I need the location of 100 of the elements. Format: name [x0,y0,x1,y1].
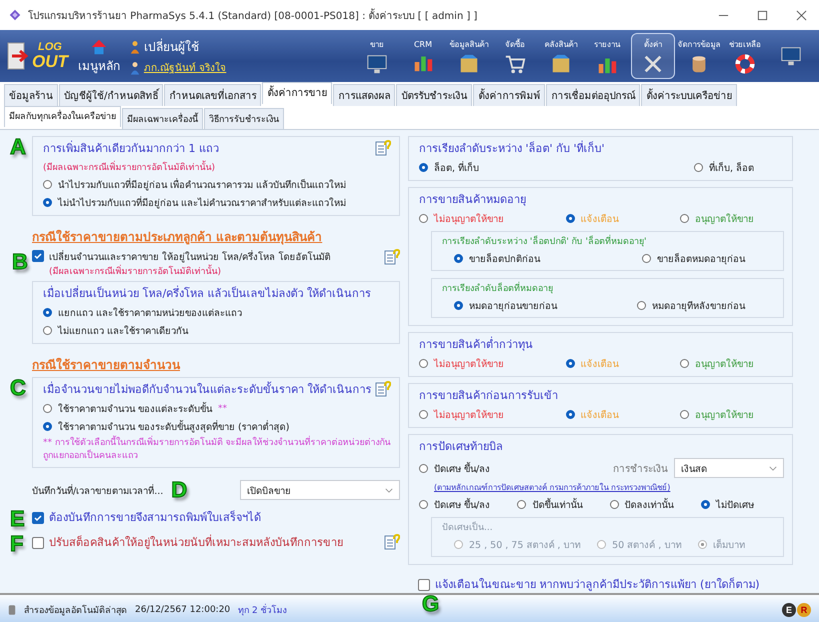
option-label: ใช้ราคาตามจำนวน ของแต่ละระดับขั้น [58,401,212,416]
section-heading: กรณีใช้ราคาขายตามประเภทลูกค้า และตามต้นทุนสินค้า [31,228,324,246]
radio-button[interactable] [566,359,574,368]
user-link[interactable]: ภก.ณัฐนันท์ จริงใจ [144,60,226,75]
logout-button[interactable]: LOG OUT [6,40,68,72]
radio-button[interactable] [680,214,689,223]
option-label: ล็อต, ที่เก็บ [434,160,480,175]
option-label: ปัดเศษ ขึ้น/ลง [434,497,490,512]
lifebuoy-icon [734,52,756,74]
tab[interactable]: บัญชีผู้ใช้/กำหนดสิทธิ์ [59,84,164,106]
toolbar-button[interactable]: จัดการข้อมูล [677,33,721,79]
radio-button[interactable] [610,500,619,509]
radio-button[interactable] [637,301,646,310]
radio-button[interactable] [43,422,52,431]
tab[interactable]: มีผลกับทุกเครื่องในเครือข่าย [4,106,121,127]
monitor-icon [366,52,388,74]
radio-button[interactable] [454,254,463,263]
radio-button[interactable] [694,163,703,172]
window-title: โปรแกรมบริหารร้านยา PharmaSys 5.4.1 (Standard) [08-0001-PS018] : ตั้งค่าระบบ [ [ admin ] ] [28,8,478,22]
chevron-down-icon [769,466,777,470]
toolbar-button[interactable]: คลังสินค้า [539,33,583,79]
close-icon[interactable] [796,10,807,20]
radio-button[interactable] [43,326,52,335]
radio-button[interactable] [517,500,526,509]
option-label: ไม่แยกแถว และใช้ราคาเดียวกัน [58,324,188,338]
radio-button[interactable] [454,301,463,310]
checkbox[interactable] [32,512,44,524]
toolbar-button[interactable]: ขาย [355,33,399,79]
toolbar-button[interactable]: รายงาน [585,33,629,79]
status-time: 26/12/2567 12:00:20 [135,605,230,615]
radio-button[interactable] [419,214,428,223]
switch-user-button[interactable]: เปลี่ยนผู้ใช้ [144,37,199,56]
tab[interactable]: การแสดงผล [333,84,396,106]
radio-button[interactable] [43,308,52,317]
option-label: นำไปรวมกับแถวที่มีอยู่ก่อน เพื่อคำนวณราคารวม แล้วบันทึกเป็นแถวใหม่ [58,177,346,192]
help-icon[interactable] [375,140,391,156]
toolbar-button[interactable]: ช่วยเหลือ [723,33,767,79]
marker-letter: G [422,593,440,615]
radio-button[interactable] [43,404,52,413]
option-label: เต็มบาท [712,538,745,552]
radio-button[interactable] [43,180,52,189]
toolbar-button[interactable]: ข้อมูลสินค้า [447,33,491,79]
person-icon [130,60,140,74]
tab[interactable]: การเชื่อมต่ออุปกรณ์ [546,84,640,106]
option-label: ไม่นำไปรวมกับแถวที่มีอยู่ก่อน และไม่คำนวณราคาสำหรับแต่ละแถวใหม่ [58,195,346,210]
home-button[interactable]: เมนูหลัก [78,38,120,74]
tab[interactable]: ข้อมูลร้าน [4,84,58,106]
option-label: ไม่อนุญาตให้ขาย [434,212,504,226]
maximize-icon[interactable] [757,10,768,20]
radio-button[interactable] [680,359,689,368]
box-icon [458,52,480,74]
toolbar-button[interactable]: จัดซื้อ [493,33,537,79]
checkbox-label: ต้องบันทึกการขายจึงสามารถพิมพ์ใบเสร็จฯได้ [49,509,261,526]
radio-button[interactable] [700,500,710,509]
tab[interactable]: วิธีการรับชำระเงิน [204,108,284,129]
tab[interactable]: ตั้งค่าระบบเครือข่าย [641,84,738,106]
marker-letter: E [10,508,25,530]
radio-button[interactable] [419,464,428,472]
rule-link[interactable]: (ตามหลักเกณฑ์การปัดเศษสตางค์ กรมการค้าภายใน กระทรวงพาณิชย์) [419,481,784,494]
radio-button[interactable] [419,163,428,172]
status-label: สำรองข้อมูลอัตโนมัติล่าสุด [24,604,127,617]
group-title: เมื่อจำนวนขายไม่พอดีกับจำนวนในแต่ละระดับขั้นราคา ให้ดำเนินการ [43,380,372,398]
house-icon [90,38,108,56]
radio-button[interactable] [680,410,689,419]
checkbox[interactable] [32,536,44,549]
marker-letter: D [171,479,188,502]
option-label: หมดอายุทีหลังขายก่อน [652,300,745,313]
check-icon [33,251,43,261]
option-label: แจ้งเตือน [580,358,618,371]
help-icon[interactable] [375,381,391,397]
checkbox[interactable] [418,578,430,590]
note-text: (มีผลเฉพาะกรณีเพิ่มรายการอัตโนมัติเท่านั้น) [43,160,391,174]
radio-button[interactable] [642,254,651,263]
radio-button[interactable] [566,214,574,223]
help-icon[interactable] [384,534,400,550]
radio-button[interactable] [419,410,428,419]
check-icon [33,512,43,523]
option-label: แยกแถว และใช้ราคาตามหน่วยของแต่ละแถว [58,306,242,320]
option-label: แจ้งเตือน [580,213,618,226]
tab[interactable]: มีผลเฉพาะเครื่องนี้ [122,108,203,129]
radio-button[interactable] [419,359,428,368]
option-label: ไม่อนุญาตให้ขาย [434,408,504,422]
help-icon[interactable] [384,249,400,265]
option-label: หมดอายุก่อนขายก่อน [469,300,557,313]
option-label: ที่เก็บ, ล็อต [708,160,754,175]
group-title: การขายสินค้าต่ำกว่าทุน [419,336,534,353]
toolbar-button[interactable]: CRM [401,33,445,79]
tab[interactable]: ตั้งค่าการพิมพ์ [473,84,546,106]
tab[interactable]: บัตรรับชำระเงิน [396,84,472,106]
radio-button[interactable] [419,500,428,509]
database-icon [8,604,16,616]
tab[interactable]: ตั้งค่าการขาย [262,82,332,104]
dropdown[interactable]: เปิดบิลขาย [240,480,400,500]
footnote-text: ** การใช้ตัวเลือกนี้ในกรณีเพิ่มรายการอัตโนมัติ จะมีผลให้ช่วงจำนวนที่ราคาต่อหน่วยต่างกันถูกแยกออกเป็นคนละแถว [43,437,391,462]
toolbar-button[interactable]: ตั้งค่า [631,33,675,79]
radio-button[interactable] [43,198,52,207]
checkbox[interactable] [32,250,44,262]
radio-button[interactable] [566,410,574,419]
dropdown[interactable]: เงินสด [674,458,784,478]
tab[interactable]: กำหนดเลขที่เอกสาร [164,84,262,106]
